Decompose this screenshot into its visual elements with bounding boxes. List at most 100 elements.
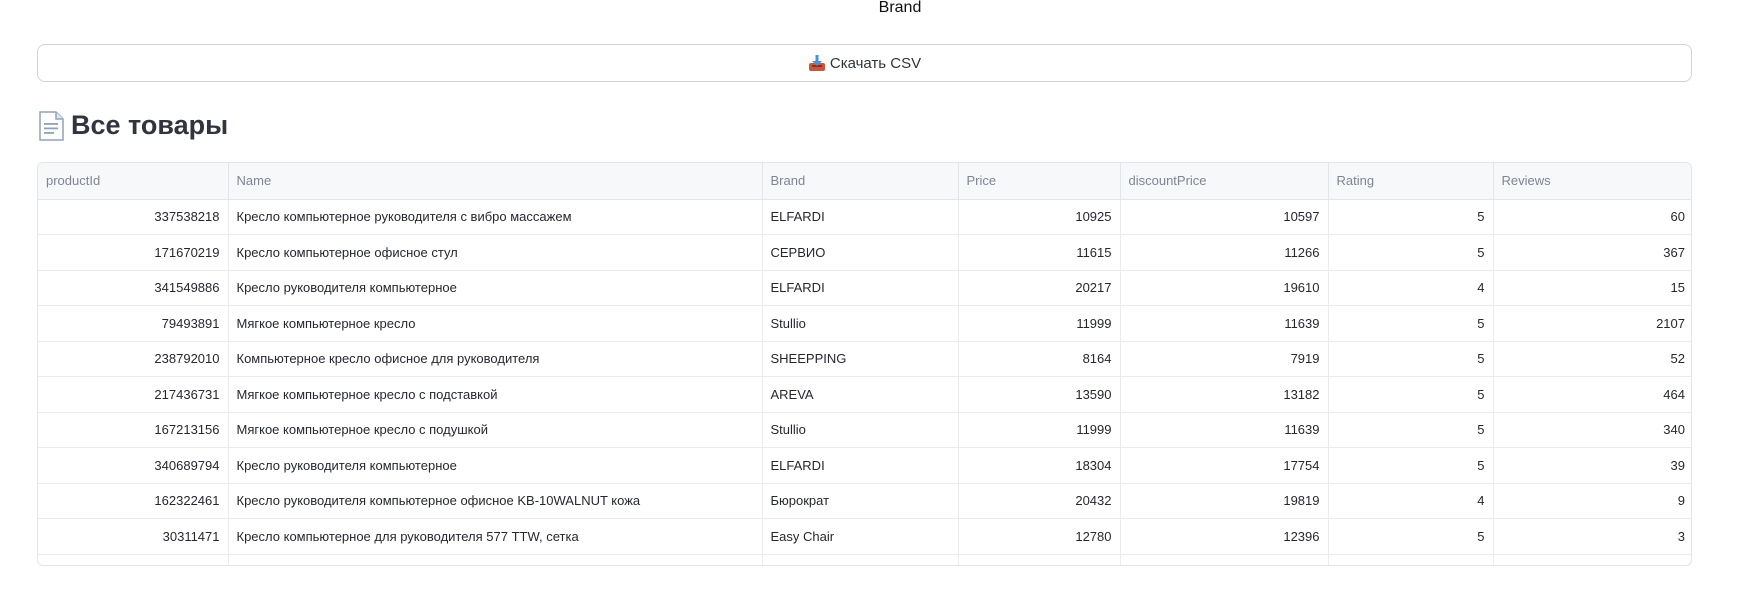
- cell-reviews[interactable]: 3: [1493, 518, 1691, 555]
- table-row: 30311471 Кресло компьютерное для руковод…: [38, 518, 1691, 555]
- cell-rating[interactable]: 4: [1328, 270, 1494, 306]
- cell-reviews[interactable]: 367: [1493, 234, 1691, 271]
- table-row: 340689794 Кресло руководителя компьютерн…: [38, 447, 1691, 484]
- cell-brand[interactable]: СЕРВИО: [762, 234, 959, 271]
- cell-brand[interactable]: ELFARDI: [762, 199, 959, 235]
- cell-productid[interactable]: 217436731: [38, 376, 229, 413]
- cell-productid[interactable]: 167213156: [38, 412, 229, 448]
- column-header-discountprice[interactable]: discountPrice: [1120, 163, 1329, 200]
- inbox-tray-icon: [808, 54, 826, 72]
- cell-discountprice[interactable]: 17754: [1120, 447, 1329, 484]
- page-icon: [37, 110, 65, 141]
- column-header-reviews[interactable]: Reviews: [1493, 163, 1691, 200]
- table-row: 337538218 Кресло компьютерное руководите…: [38, 199, 1691, 235]
- cell-discountprice[interactable]: 7919: [1120, 341, 1329, 377]
- cell-productid[interactable]: 79493891: [38, 305, 229, 342]
- cell-discountprice[interactable]: 11639: [1120, 412, 1329, 448]
- cell-discountprice[interactable]: 11639: [1120, 305, 1329, 342]
- cell-price[interactable]: 10925: [958, 199, 1121, 235]
- cell-brand[interactable]: ELFARDI: [762, 270, 959, 306]
- cell-name[interactable]: Кресло компьютерное руководителя с вибро…: [228, 199, 763, 235]
- cell-productid[interactable]: 162322461: [38, 483, 229, 519]
- table-row: 238792010 Компьютерное кресло офисное дл…: [38, 341, 1691, 377]
- table-row: 341549886 Кресло руководителя компьютерн…: [38, 270, 1691, 306]
- cell-productid[interactable]: 171670219: [38, 234, 229, 271]
- table-row: 79493891 Мягкое компьютерное кресло Stul…: [38, 305, 1691, 342]
- cell-productid[interactable]: 238792010: [38, 341, 229, 377]
- cell-name[interactable]: Мягкое компьютерное кресло с подушкой: [228, 412, 763, 448]
- section-title-text: Все товары: [71, 110, 229, 140]
- cell-brand[interactable]: Stullio: [762, 305, 959, 342]
- cell-name[interactable]: [228, 554, 763, 565]
- products-grid: productId Name Brand Price discountPrice…: [38, 163, 1691, 565]
- cell-price[interactable]: 13590: [958, 376, 1121, 413]
- download-csv-button[interactable]: Скачать CSV: [37, 44, 1692, 82]
- cell-rating[interactable]: 5: [1328, 305, 1494, 342]
- column-header-price[interactable]: Price: [958, 163, 1121, 200]
- column-header-productid[interactable]: productId: [38, 163, 229, 200]
- cell-rating[interactable]: 4: [1328, 483, 1494, 519]
- cell-productid[interactable]: [38, 554, 229, 565]
- cell-name[interactable]: Кресло компьютерное офисное стул: [228, 234, 763, 271]
- cell-productid[interactable]: 30311471: [38, 518, 229, 555]
- cell-name[interactable]: Компьютерное кресло офисное для руководи…: [228, 341, 763, 377]
- cell-name[interactable]: Мягкое компьютерное кресло с подставкой: [228, 376, 763, 413]
- cell-reviews[interactable]: 39: [1493, 447, 1691, 484]
- cell-price[interactable]: [958, 554, 1121, 565]
- cell-rating[interactable]: 5: [1328, 412, 1494, 448]
- cell-discountprice[interactable]: 11266: [1120, 234, 1329, 271]
- column-header-rating[interactable]: Rating: [1328, 163, 1494, 200]
- cell-name[interactable]: Кресло руководителя компьютерное: [228, 270, 763, 306]
- cell-reviews[interactable]: 60: [1493, 199, 1691, 235]
- cell-brand[interactable]: Easy Chair: [762, 518, 959, 555]
- cell-price[interactable]: 12780: [958, 518, 1121, 555]
- cell-price[interactable]: 18304: [958, 447, 1121, 484]
- cell-brand[interactable]: ELFARDI: [762, 447, 959, 484]
- cell-discountprice[interactable]: 19610: [1120, 270, 1329, 306]
- cell-price[interactable]: 11999: [958, 305, 1121, 342]
- cell-rating[interactable]: 5: [1328, 518, 1494, 555]
- cell-rating[interactable]: 5: [1328, 234, 1494, 271]
- column-header-brand[interactable]: Brand: [762, 163, 959, 200]
- cell-price[interactable]: 8164: [958, 341, 1121, 377]
- cell-reviews[interactable]: 9: [1493, 483, 1691, 519]
- cell-name[interactable]: Кресло руководителя компьютерное: [228, 447, 763, 484]
- cell-brand[interactable]: [762, 554, 959, 565]
- cell-rating[interactable]: [1328, 554, 1494, 565]
- cell-price[interactable]: 11999: [958, 412, 1121, 448]
- cell-brand[interactable]: SHEEPPING: [762, 341, 959, 377]
- cell-price[interactable]: 20217: [958, 270, 1121, 306]
- cell-productid[interactable]: 337538218: [38, 199, 229, 235]
- table-row-partial: [38, 554, 1691, 565]
- cell-rating[interactable]: 5: [1328, 376, 1494, 413]
- cell-discountprice[interactable]: 13182: [1120, 376, 1329, 413]
- cell-productid[interactable]: 340689794: [38, 447, 229, 484]
- cell-name[interactable]: Мягкое компьютерное кресло: [228, 305, 763, 342]
- cell-price[interactable]: 20432: [958, 483, 1121, 519]
- cell-price[interactable]: 11615: [958, 234, 1121, 271]
- table-header-row: productId Name Brand Price discountPrice…: [38, 163, 1691, 200]
- cell-rating[interactable]: 5: [1328, 341, 1494, 377]
- cell-discountprice[interactable]: 12396: [1120, 518, 1329, 555]
- cell-brand[interactable]: Stullio: [762, 412, 959, 448]
- cell-name[interactable]: Кресло руководителя компьютерное офисное…: [228, 483, 763, 519]
- cell-discountprice[interactable]: [1120, 554, 1329, 565]
- cell-reviews[interactable]: 340: [1493, 412, 1691, 448]
- cell-discountprice[interactable]: 19819: [1120, 483, 1329, 519]
- cell-reviews[interactable]: 15: [1493, 270, 1691, 306]
- cell-reviews[interactable]: 52: [1493, 341, 1691, 377]
- filter-label: Brand: [878, 0, 922, 16]
- cell-reviews[interactable]: 464: [1493, 376, 1691, 413]
- cell-brand[interactable]: Бюрократ: [762, 483, 959, 519]
- table-row: 167213156 Мягкое компьютерное кресло с п…: [38, 412, 1691, 448]
- cell-name[interactable]: Кресло компьютерное для руководителя 577…: [228, 518, 763, 555]
- cell-reviews[interactable]: 2107: [1493, 305, 1691, 342]
- cell-discountprice[interactable]: 10597: [1120, 199, 1329, 235]
- cell-productid[interactable]: 341549886: [38, 270, 229, 306]
- cell-reviews[interactable]: [1493, 554, 1691, 565]
- cell-rating[interactable]: 5: [1328, 199, 1494, 235]
- products-table[interactable]: productId Name Brand Price discountPrice…: [37, 162, 1692, 566]
- cell-brand[interactable]: AREVA: [762, 376, 959, 413]
- cell-rating[interactable]: 5: [1328, 447, 1494, 484]
- column-header-name[interactable]: Name: [228, 163, 763, 200]
